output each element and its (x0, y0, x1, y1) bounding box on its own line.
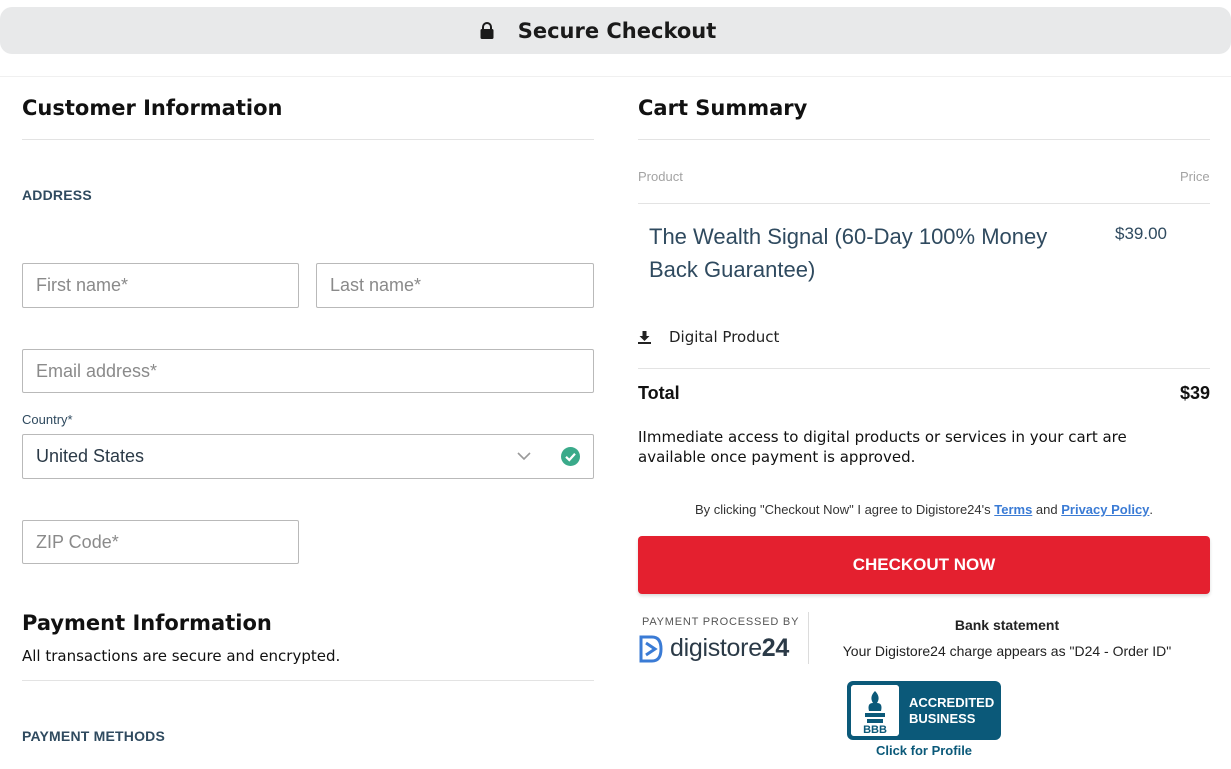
header-divider (0, 76, 1231, 77)
customer-information-heading: Customer Information (22, 96, 283, 120)
bbb-badge[interactable]: BBB ACCREDITED BUSINESS (847, 681, 1001, 740)
cart-item-name: The Wealth Signal (60-Day 100% Money Bac… (649, 224, 1048, 282)
chevron-down-icon (517, 452, 531, 461)
privacy-policy-link[interactable]: Privacy Policy (1061, 502, 1149, 517)
payment-processed-by-label: PAYMENT PROCESSED BY (642, 616, 800, 628)
first-name-field[interactable] (22, 263, 299, 308)
cart-summary-heading: Cart Summary (638, 96, 808, 120)
digital-product-label: Digital Product (669, 328, 780, 346)
divider (22, 139, 594, 140)
divider (638, 368, 1210, 369)
bank-statement-title: Bank statement (954, 617, 1060, 633)
agree-prefix: By clicking "Checkout Now" I agree to Di… (694, 502, 995, 517)
price-column-header: Price (1180, 169, 1210, 184)
svg-text:BBB: BBB (863, 724, 887, 736)
brand-suffix: 24 (761, 634, 790, 662)
terms-link[interactable]: Terms (994, 502, 1032, 517)
page-title: Secure Checkout (517, 18, 717, 43)
email-field[interactable] (22, 349, 594, 393)
divider (22, 680, 594, 681)
terms-agreement: By clicking "Checkout Now" I agree to Di… (638, 502, 1210, 517)
divider (638, 139, 1210, 140)
country-label: Country* (22, 412, 73, 427)
checkout-now-button[interactable]: CHECKOUT NOW (638, 536, 1210, 594)
total-label: Total (638, 383, 680, 403)
payment-security-note: All transactions are secure and encrypte… (22, 647, 341, 665)
digital-product-row: Digital Product (638, 328, 779, 346)
address-section-label: ADDRESS (22, 187, 92, 203)
digistore24-logo: digistore24 (638, 634, 789, 663)
total-value: $39 (1179, 383, 1210, 403)
bbb-torch-icon: BBB (851, 685, 899, 736)
country-value: United States (36, 446, 145, 466)
access-note: IImmediate access to digital products or… (638, 428, 1127, 466)
download-icon (638, 330, 651, 344)
payment-methods-label: PAYMENT METHODS (22, 728, 166, 744)
bbb-line1: ACCREDITED (909, 694, 995, 710)
lock-icon (480, 22, 494, 39)
bbb-line2: BUSINESS (909, 710, 976, 726)
country-select[interactable]: United States (22, 434, 594, 479)
check-circle-icon (561, 447, 580, 466)
brand-name: digistore (670, 634, 762, 662)
zip-code-field[interactable] (22, 520, 299, 564)
cart-item-price: $39.00 (1115, 224, 1167, 243)
bbb-profile-link[interactable]: Click for Profile (847, 743, 1001, 758)
payment-information-heading: Payment Information (22, 611, 272, 635)
last-name-field[interactable] (316, 263, 594, 308)
product-column-header: Product (638, 169, 683, 184)
divider (638, 203, 1210, 204)
secure-checkout-bar: Secure Checkout (0, 7, 1231, 54)
agree-suffix: . (1149, 502, 1154, 517)
agree-and: and (1032, 502, 1062, 517)
bank-statement-text: Your Digistore24 charge appears as "D24 … (842, 643, 1172, 659)
digistore-shield-icon (639, 635, 663, 662)
